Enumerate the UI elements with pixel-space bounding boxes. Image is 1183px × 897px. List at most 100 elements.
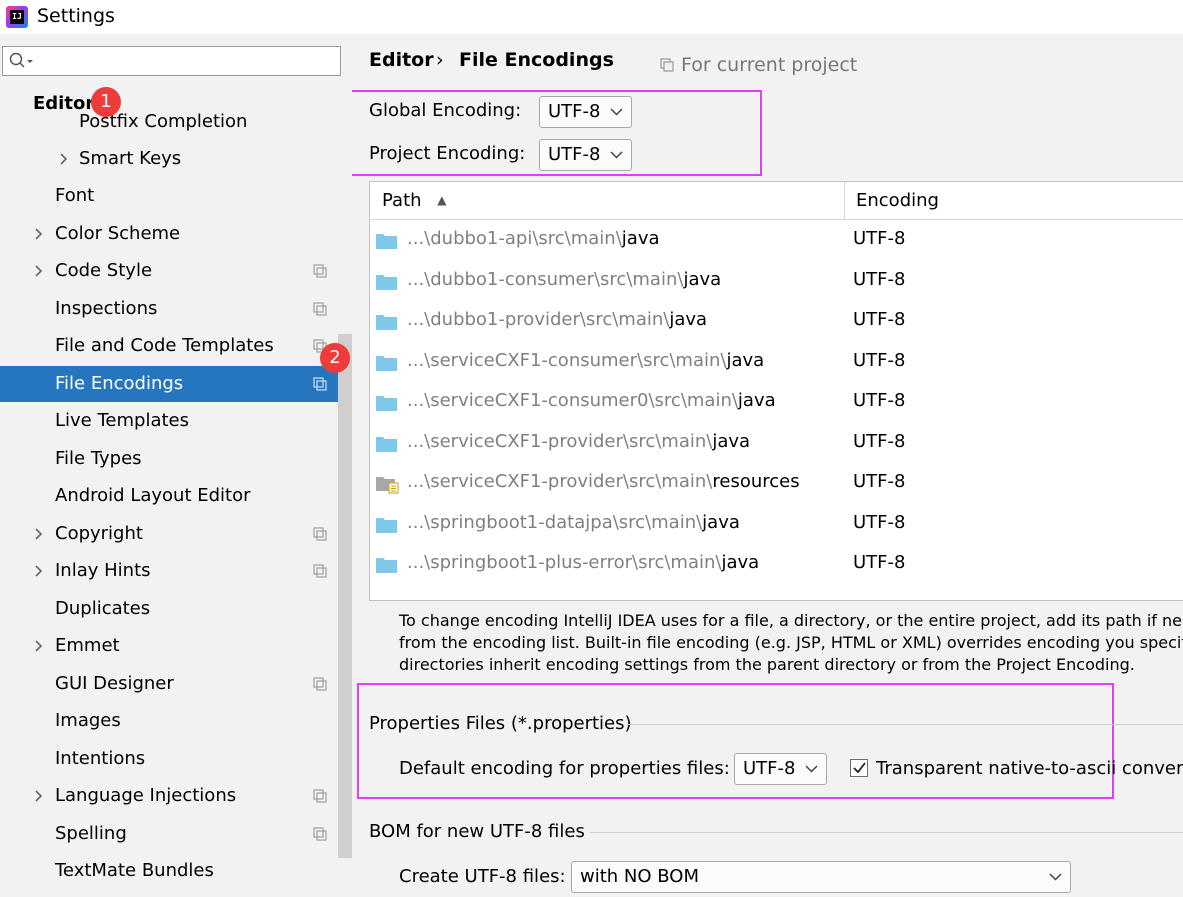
path-prefix: ...\dubbo1-consumer\src\main\ (407, 268, 684, 290)
breadcrumb-parent[interactable]: Editor (369, 49, 434, 71)
sidebar-item-label: Intentions (55, 748, 146, 769)
encoding-cell[interactable]: UTF-8 (853, 471, 905, 492)
sidebar-item-label: File Encodings (55, 373, 184, 394)
sidebar-item-file-types[interactable]: File Types (0, 441, 352, 477)
chevron-down-icon (805, 765, 818, 773)
column-header-encoding[interactable]: Encoding (856, 190, 939, 211)
sidebar-item-language-injections[interactable]: Language Injections (0, 778, 352, 814)
source-folder-icon (376, 436, 397, 452)
encoding-cell[interactable]: UTF-8 (853, 552, 905, 573)
encoding-cell[interactable]: UTF-8 (853, 350, 905, 371)
global-encoding-select[interactable]: UTF-8 (539, 96, 632, 128)
chevron-right-icon[interactable] (34, 640, 43, 652)
sidebar-item-spelling[interactable]: Spelling (0, 816, 352, 852)
properties-section-title: Properties Files (*.properties) (369, 713, 632, 734)
path-folder-name: java (702, 511, 740, 533)
sidebar-section-label: Editor (33, 93, 95, 114)
file-encodings-table[interactable]: Path ▲ Encoding ...\dubbo1-api\src\main\… (369, 181, 1183, 601)
chevron-right-icon[interactable] (34, 528, 43, 540)
sidebar-item-file-encodings[interactable]: File Encodings (0, 366, 352, 402)
encoding-cell[interactable]: UTF-8 (853, 431, 905, 452)
bom-value: with NO BOM (580, 866, 699, 887)
path-prefix: ...\serviceCXF1-provider\src\main\ (407, 430, 713, 452)
project-scope-label: For current project (681, 54, 858, 76)
native-to-ascii-checkbox[interactable] (850, 759, 868, 777)
path-cell: ...\dubbo1-api\src\main\java (407, 228, 660, 249)
sidebar-item-label: Spelling (55, 823, 127, 844)
source-folder-icon (376, 355, 397, 371)
path-prefix: ...\springboot1-plus-error\src\main\ (407, 552, 722, 573)
sidebar-item-label: Copyright (55, 523, 143, 544)
bom-select[interactable]: with NO BOM (571, 861, 1071, 893)
native-to-ascii-label[interactable]: Transparent native-to-ascii conversi (876, 758, 1183, 779)
sidebar-item-duplicates[interactable]: Duplicates (0, 591, 352, 627)
sidebar-item-label: Inspections (55, 298, 158, 319)
table-row[interactable]: ...\dubbo1-consumer\src\main\java UTF-8 (370, 261, 1183, 301)
encoding-cell[interactable]: UTF-8 (853, 309, 905, 330)
encoding-cell[interactable]: UTF-8 (853, 228, 905, 249)
sidebar-item-intentions[interactable]: Intentions (0, 741, 352, 777)
table-row[interactable]: ...\dubbo1-provider\src\main\java UTF-8 (370, 301, 1183, 341)
path-cell: ...\serviceCXF1-provider\src\main\java (407, 431, 750, 452)
sidebar-item-file-and-code-templates[interactable]: File and Code Templates (0, 328, 352, 364)
table-row[interactable]: ...\springboot1-plus-error\src\main\java… (370, 544, 1183, 584)
path-cell: ...\dubbo1-provider\src\main\java (407, 309, 707, 330)
table-row[interactable]: ...\serviceCXF1-consumer0\src\main\java U… (370, 382, 1183, 422)
path-folder-name: resources (712, 471, 800, 492)
chevron-right-icon[interactable] (34, 565, 43, 577)
chevron-right-icon[interactable] (34, 228, 43, 240)
annotation-badge-2: 2 (320, 343, 350, 373)
sidebar-item-live-templates[interactable]: Live Templates (0, 403, 352, 439)
chevron-right-icon[interactable] (34, 265, 43, 277)
chevron-right-icon[interactable] (59, 153, 68, 165)
sidebar-item-emmet[interactable]: Emmet (0, 628, 352, 664)
sidebar-item-copyright[interactable]: Copyright (0, 516, 352, 552)
table-row[interactable]: ...\serviceCXF1-provider\src\main\resour… (370, 463, 1183, 503)
table-row[interactable]: ...\serviceCXF1-provider\src\main\java UT… (370, 423, 1183, 463)
path-prefix: ...\dubbo1-provider\src\main\ (407, 309, 670, 330)
sidebar-scrollbar[interactable] (338, 334, 352, 858)
project-encoding-label: Project Encoding: (369, 143, 526, 164)
sidebar-item-smart-keys[interactable]: Smart Keys (0, 141, 352, 177)
encoding-cell[interactable]: UTF-8 (853, 512, 905, 533)
path-cell: ...\springboot1-plus-error\src\main\java (407, 552, 759, 573)
properties-encoding-select[interactable]: UTF-8 (734, 753, 827, 785)
source-folder-icon (376, 517, 397, 533)
table-row[interactable]: ...\dubbo1-api\src\main\java UTF-8 (370, 220, 1183, 260)
search-input[interactable] (2, 46, 341, 76)
sidebar-item-inspections[interactable]: Inspections (0, 291, 352, 327)
checkmark-icon (853, 762, 866, 774)
sidebar-item-label: TextMate Bundles (55, 860, 214, 881)
encoding-cell[interactable]: UTF-8 (853, 269, 905, 290)
sidebar-item-label: Code Style (55, 260, 153, 281)
table-row[interactable]: ...\serviceCXF1-consumer\src\main\java UT… (370, 342, 1183, 382)
encoding-cell[interactable]: UTF-8 (853, 390, 905, 411)
global-encoding-value: UTF-8 (548, 101, 601, 122)
global-encoding-label: Global Encoding: (369, 100, 522, 121)
sidebar-item-font[interactable]: Font (0, 178, 352, 214)
sidebar-item-label: Android Layout Editor (55, 485, 251, 506)
column-divider[interactable] (844, 182, 845, 219)
table-row[interactable]: ...\springboot1-datajpa\src\main\java UTF… (370, 504, 1183, 544)
project-scope-icon (313, 564, 327, 578)
sidebar-item-color-scheme[interactable]: Color Scheme (0, 216, 352, 252)
project-scope-icon (313, 789, 327, 803)
sidebar-item-textmate-bundles[interactable]: TextMate Bundles (0, 853, 352, 889)
sidebar-section-editor[interactable]: Editor (0, 86, 352, 122)
sidebar-item-code-style[interactable]: Code Style (0, 253, 352, 289)
sidebar-item-android-layout-editor[interactable]: Android Layout Editor (0, 478, 352, 514)
annotation-badge-1: 1 (91, 87, 121, 117)
window-title: Settings (37, 5, 115, 27)
path-folder-name: java (737, 390, 776, 411)
sidebar-item-inlay-hints[interactable]: Inlay Hints (0, 553, 352, 589)
project-scope-icon (313, 527, 327, 541)
sidebar-item-images[interactable]: Images (0, 703, 352, 739)
sidebar-item-gui-designer[interactable]: GUI Designer (0, 666, 352, 702)
sidebar-item-label: Color Scheme (55, 223, 181, 244)
chevron-right-icon[interactable] (34, 790, 43, 802)
section-divider (627, 724, 1183, 725)
project-scope-icon (313, 377, 327, 391)
project-encoding-select[interactable]: UTF-8 (539, 139, 632, 171)
column-header-path[interactable]: Path ▲ (382, 190, 447, 211)
path-prefix: ...\serviceCXF1-consumer\src\main\ (407, 349, 727, 371)
